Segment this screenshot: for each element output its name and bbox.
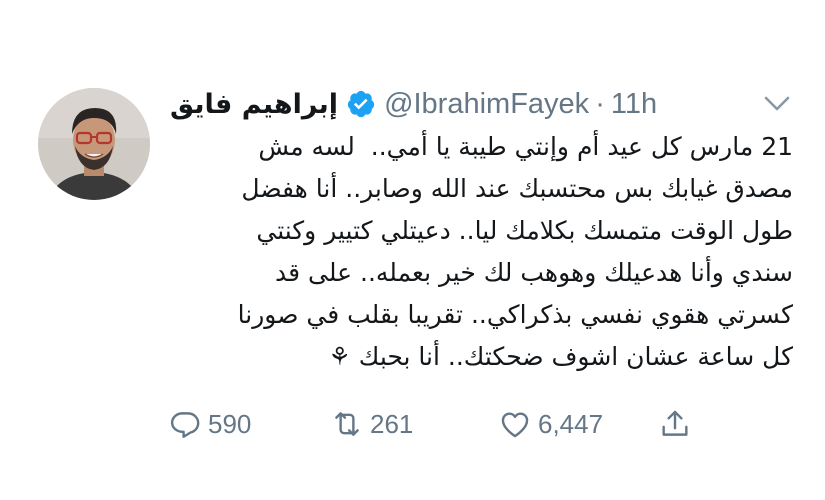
- reply-count: 590: [208, 408, 252, 439]
- tweet-text-line: كسرتي هقوي نفسي بذكراكي.. تقريبا بقلب في…: [237, 300, 793, 329]
- share-icon: [662, 410, 688, 436]
- chevron-down-icon[interactable]: [762, 94, 792, 114]
- tweet-text-line: كل ساعة عشان اشوف ضحكتك.. أنا بحبك ⚘: [328, 342, 793, 371]
- handle[interactable]: @IbrahimFayek: [384, 88, 589, 121]
- avatar[interactable]: [38, 88, 150, 200]
- reply-button[interactable]: 590: [168, 404, 251, 444]
- timestamp[interactable]: 11h: [611, 88, 657, 121]
- tweet-text: 21 مارس كل عيد أم وإنتي طيبة يا أمي.. لس…: [168, 126, 793, 378]
- verified-badge-icon: [346, 89, 376, 119]
- retweet-icon: [335, 412, 359, 436]
- reply-icon: [170, 412, 200, 438]
- share-button[interactable]: [658, 404, 692, 444]
- tweet-text-line: 21 مارس كل عيد أم وإنتي طيبة يا أمي.. لس…: [258, 132, 793, 161]
- like-button[interactable]: 6,447: [498, 404, 603, 444]
- retweet-count: 261: [370, 408, 414, 439]
- tweet-text-line: مصدق غيابك بس محتسبك عند الله وصابر.. أن…: [241, 174, 793, 203]
- tweet-text-line: سندي وأنا هدعيلك وهوهب لك خير بعمله.. عل…: [275, 258, 793, 287]
- like-count: 6,447: [538, 408, 604, 439]
- tweet-header: إبراهيم فايق @IbrahimFayek · 11h: [170, 82, 657, 126]
- tweet-actions: 590 261 6,447: [168, 404, 708, 444]
- separator-dot: ·: [595, 87, 605, 120]
- avatar-image: [38, 88, 150, 200]
- display-name[interactable]: إبراهيم فايق: [170, 89, 338, 120]
- heart-icon: [501, 412, 529, 438]
- tweet-card[interactable]: إبراهيم فايق @IbrahimFayek · 11h 21 مارس…: [0, 0, 825, 500]
- tweet-text-line: طول الوقت متمسك بكلامك ليا.. دعيتلي كتيي…: [256, 216, 793, 245]
- retweet-button[interactable]: 261: [330, 404, 413, 444]
